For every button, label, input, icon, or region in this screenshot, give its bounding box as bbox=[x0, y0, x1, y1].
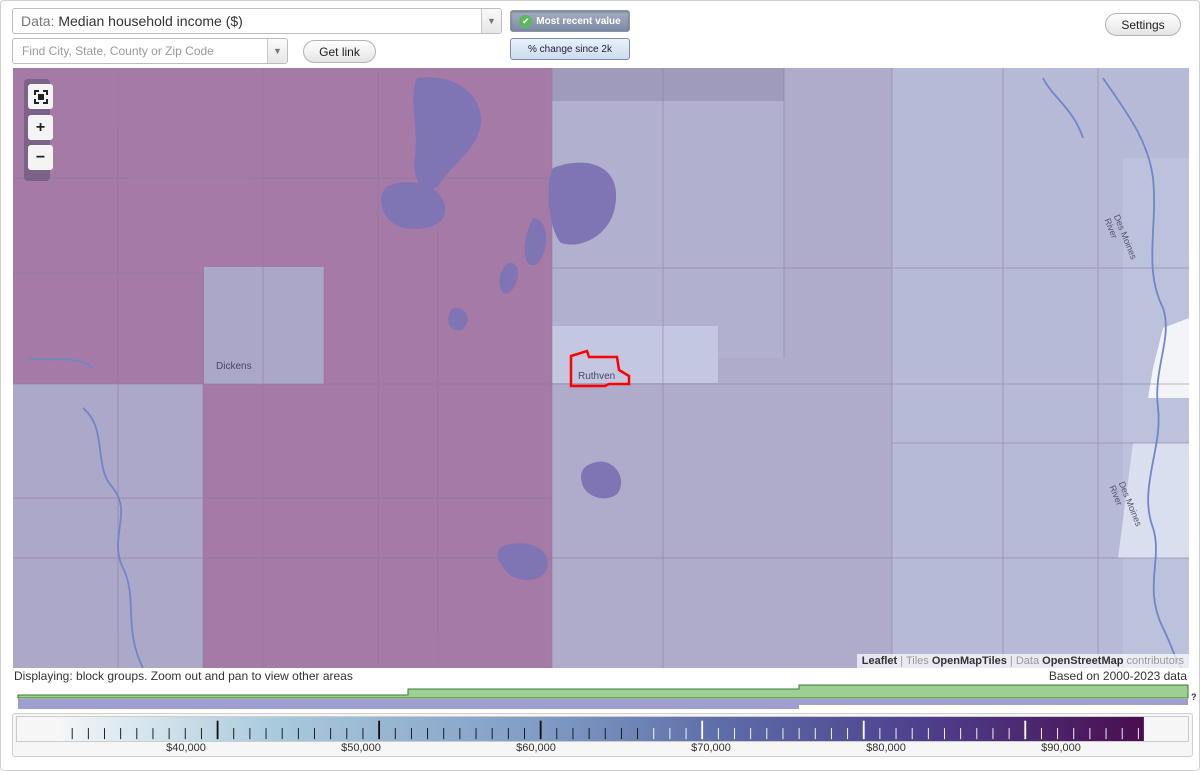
data-select[interactable]: Data: Median household income ($) ▼ bbox=[12, 8, 502, 34]
legend-gradient-bar[interactable] bbox=[16, 716, 1189, 742]
legend-label: $80,000 bbox=[866, 742, 906, 754]
distribution-histogram bbox=[17, 684, 1189, 709]
check-icon: ✔ bbox=[519, 14, 533, 28]
chevron-down-icon[interactable]: ▼ bbox=[267, 39, 287, 63]
place-label-ruthven: Ruthven bbox=[578, 371, 616, 382]
legend-label: $90,000 bbox=[1041, 742, 1081, 754]
openstreetmap-link[interactable]: OpenStreetMap bbox=[1042, 655, 1123, 667]
map-layer[interactable] bbox=[13, 68, 1189, 668]
legend-label: $60,000 bbox=[516, 742, 556, 754]
place-label-dickens: Dickens bbox=[216, 361, 252, 372]
fullscreen-icon[interactable] bbox=[28, 84, 53, 109]
leaflet-link[interactable]: Leaflet bbox=[862, 655, 897, 667]
legend-label: $50,000 bbox=[341, 742, 381, 754]
displaying-note: Displaying: block groups. Zoom out and p… bbox=[14, 669, 353, 683]
app-frame: Data: Median household income ($) ▼ ▼ Ge… bbox=[0, 0, 1200, 771]
most-recent-value-toggle[interactable]: ✔ Most recent value bbox=[510, 10, 630, 32]
zoom-out-icon[interactable]: − bbox=[28, 145, 53, 170]
color-legend: $40,000 $50,000 $60,000 $70,000 $80,000 … bbox=[12, 713, 1193, 757]
pct-change-label: % change since 2k bbox=[528, 43, 612, 55]
region-mid-income[interactable] bbox=[552, 68, 784, 101]
location-search[interactable]: ▼ bbox=[12, 38, 288, 64]
chevron-down-icon[interactable]: ▼ bbox=[481, 9, 501, 33]
get-link-button[interactable]: Get link bbox=[303, 40, 376, 63]
choropleth-map[interactable]: Dickens Ruthven Des Moines River Des Moi… bbox=[13, 68, 1189, 668]
region-low-income[interactable] bbox=[1123, 158, 1189, 668]
region-mid-income[interactable] bbox=[13, 384, 203, 668]
openmaptiles-link[interactable]: OpenMapTiles bbox=[932, 655, 1007, 667]
data-range-note: Based on 2000-2023 data bbox=[1048, 669, 1187, 683]
pct-change-toggle[interactable]: % change since 2k bbox=[510, 38, 630, 60]
legend-label: $70,000 bbox=[691, 742, 731, 754]
most-recent-label: Most recent value bbox=[536, 15, 621, 27]
data-select-label: Data: Median household income ($) bbox=[21, 13, 243, 29]
zoom-control-panel: + − bbox=[24, 79, 53, 181]
help-icon[interactable]: ? bbox=[1191, 692, 1197, 702]
legend-label: $40,000 bbox=[166, 742, 206, 754]
settings-button[interactable]: Settings bbox=[1105, 13, 1181, 36]
map-attribution: Leaflet | Tiles OpenMapTiles | Data Open… bbox=[856, 654, 1189, 668]
search-input[interactable] bbox=[13, 39, 267, 63]
zoom-in-icon[interactable]: + bbox=[28, 115, 53, 140]
